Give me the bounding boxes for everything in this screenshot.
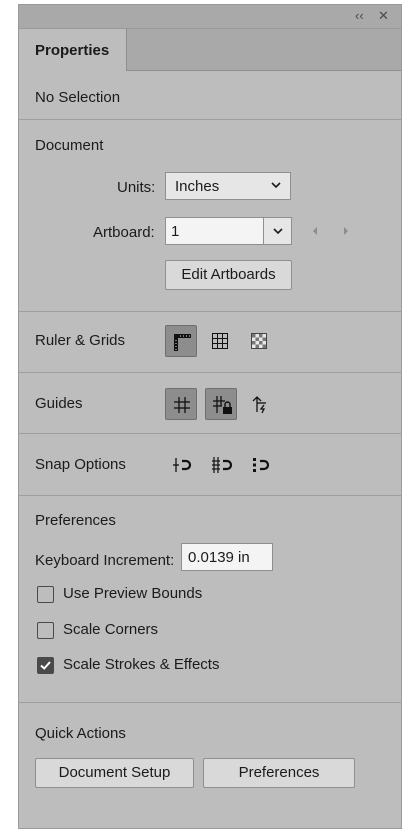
close-panel-icon[interactable]: ✕ bbox=[378, 9, 389, 23]
chevron-down-icon bbox=[273, 228, 283, 235]
divider bbox=[19, 311, 401, 312]
collapse-panel-icon[interactable]: ‹‹ bbox=[355, 9, 364, 23]
ruler-icon bbox=[174, 334, 191, 351]
keyboard-increment-input[interactable]: 0.0139 in bbox=[181, 543, 273, 571]
preferences-button[interactable]: Preferences bbox=[203, 758, 355, 788]
divider bbox=[19, 372, 401, 373]
scale-strokes-checkbox[interactable] bbox=[37, 657, 54, 674]
transparency-grid-toggle[interactable] bbox=[243, 325, 275, 357]
snap-to-point-toggle[interactable] bbox=[167, 449, 199, 481]
tab-properties[interactable]: Properties bbox=[19, 29, 127, 71]
ruler-grids-label: Ruler & Grids bbox=[35, 332, 126, 349]
lock-guides-toggle[interactable] bbox=[205, 388, 237, 420]
divider bbox=[19, 495, 401, 496]
scale-corners-checkbox[interactable] bbox=[37, 622, 54, 639]
snap-to-glyph-toggle[interactable] bbox=[247, 449, 279, 481]
guides-label: Guides bbox=[35, 395, 83, 412]
snap-options-label: Snap Options bbox=[35, 456, 126, 473]
scale-strokes-label[interactable]: Scale Strokes & Effects bbox=[63, 656, 219, 673]
document-heading: Document bbox=[35, 137, 104, 154]
snap-to-pixel-toggle[interactable] bbox=[207, 449, 239, 481]
checkmark-icon bbox=[40, 661, 51, 670]
keyboard-increment-label: Keyboard Increment: bbox=[35, 552, 175, 569]
grid-icon bbox=[212, 333, 228, 349]
properties-panel: ‹‹ ✕ Properties No Selection Document Un… bbox=[18, 4, 402, 829]
panel-tabstrip: Properties bbox=[19, 29, 401, 71]
use-preview-bounds-label[interactable]: Use Preview Bounds bbox=[63, 585, 202, 602]
keyboard-increment-value: 0.0139 in bbox=[188, 549, 250, 566]
guides-toggle[interactable] bbox=[165, 388, 197, 420]
transparency-grid-icon bbox=[251, 333, 267, 349]
snap-to-point-icon bbox=[173, 458, 192, 472]
quick-actions-heading: Quick Actions bbox=[35, 725, 126, 742]
document-setup-button[interactable]: Document Setup bbox=[35, 758, 194, 788]
snap-to-glyph-icon bbox=[253, 458, 270, 472]
chevron-down-icon bbox=[271, 182, 281, 189]
guides-icon bbox=[174, 397, 190, 413]
use-preview-bounds-checkbox[interactable] bbox=[37, 586, 54, 603]
preferences-heading: Preferences bbox=[35, 512, 116, 529]
artboard-label: Artboard: bbox=[93, 224, 155, 241]
smart-guides-icon bbox=[252, 396, 266, 414]
units-value: Inches bbox=[175, 178, 220, 195]
lock-guides-icon bbox=[213, 396, 232, 414]
snap-to-pixel-icon bbox=[212, 457, 233, 473]
artboard-input[interactable]: 1 bbox=[165, 217, 264, 245]
ruler-toggle[interactable] bbox=[165, 325, 197, 357]
divider bbox=[19, 702, 401, 703]
previous-artboard-icon[interactable] bbox=[311, 226, 319, 236]
grid-toggle[interactable] bbox=[204, 325, 236, 357]
tab-properties-label: Properties bbox=[35, 42, 110, 59]
artboard-dropdown-button[interactable] bbox=[263, 217, 292, 245]
divider bbox=[19, 433, 401, 434]
selection-status: No Selection bbox=[35, 89, 121, 106]
smart-guides-toggle[interactable] bbox=[244, 388, 276, 420]
units-dropdown[interactable]: Inches bbox=[165, 172, 291, 200]
scale-corners-label[interactable]: Scale Corners bbox=[63, 621, 158, 638]
next-artboard-icon[interactable] bbox=[342, 226, 350, 236]
panel-titlebar: ‹‹ ✕ bbox=[19, 5, 401, 29]
artboard-value: 1 bbox=[171, 223, 180, 240]
divider bbox=[19, 119, 401, 120]
units-label: Units: bbox=[117, 179, 156, 196]
edit-artboards-button[interactable]: Edit Artboards bbox=[165, 260, 292, 290]
